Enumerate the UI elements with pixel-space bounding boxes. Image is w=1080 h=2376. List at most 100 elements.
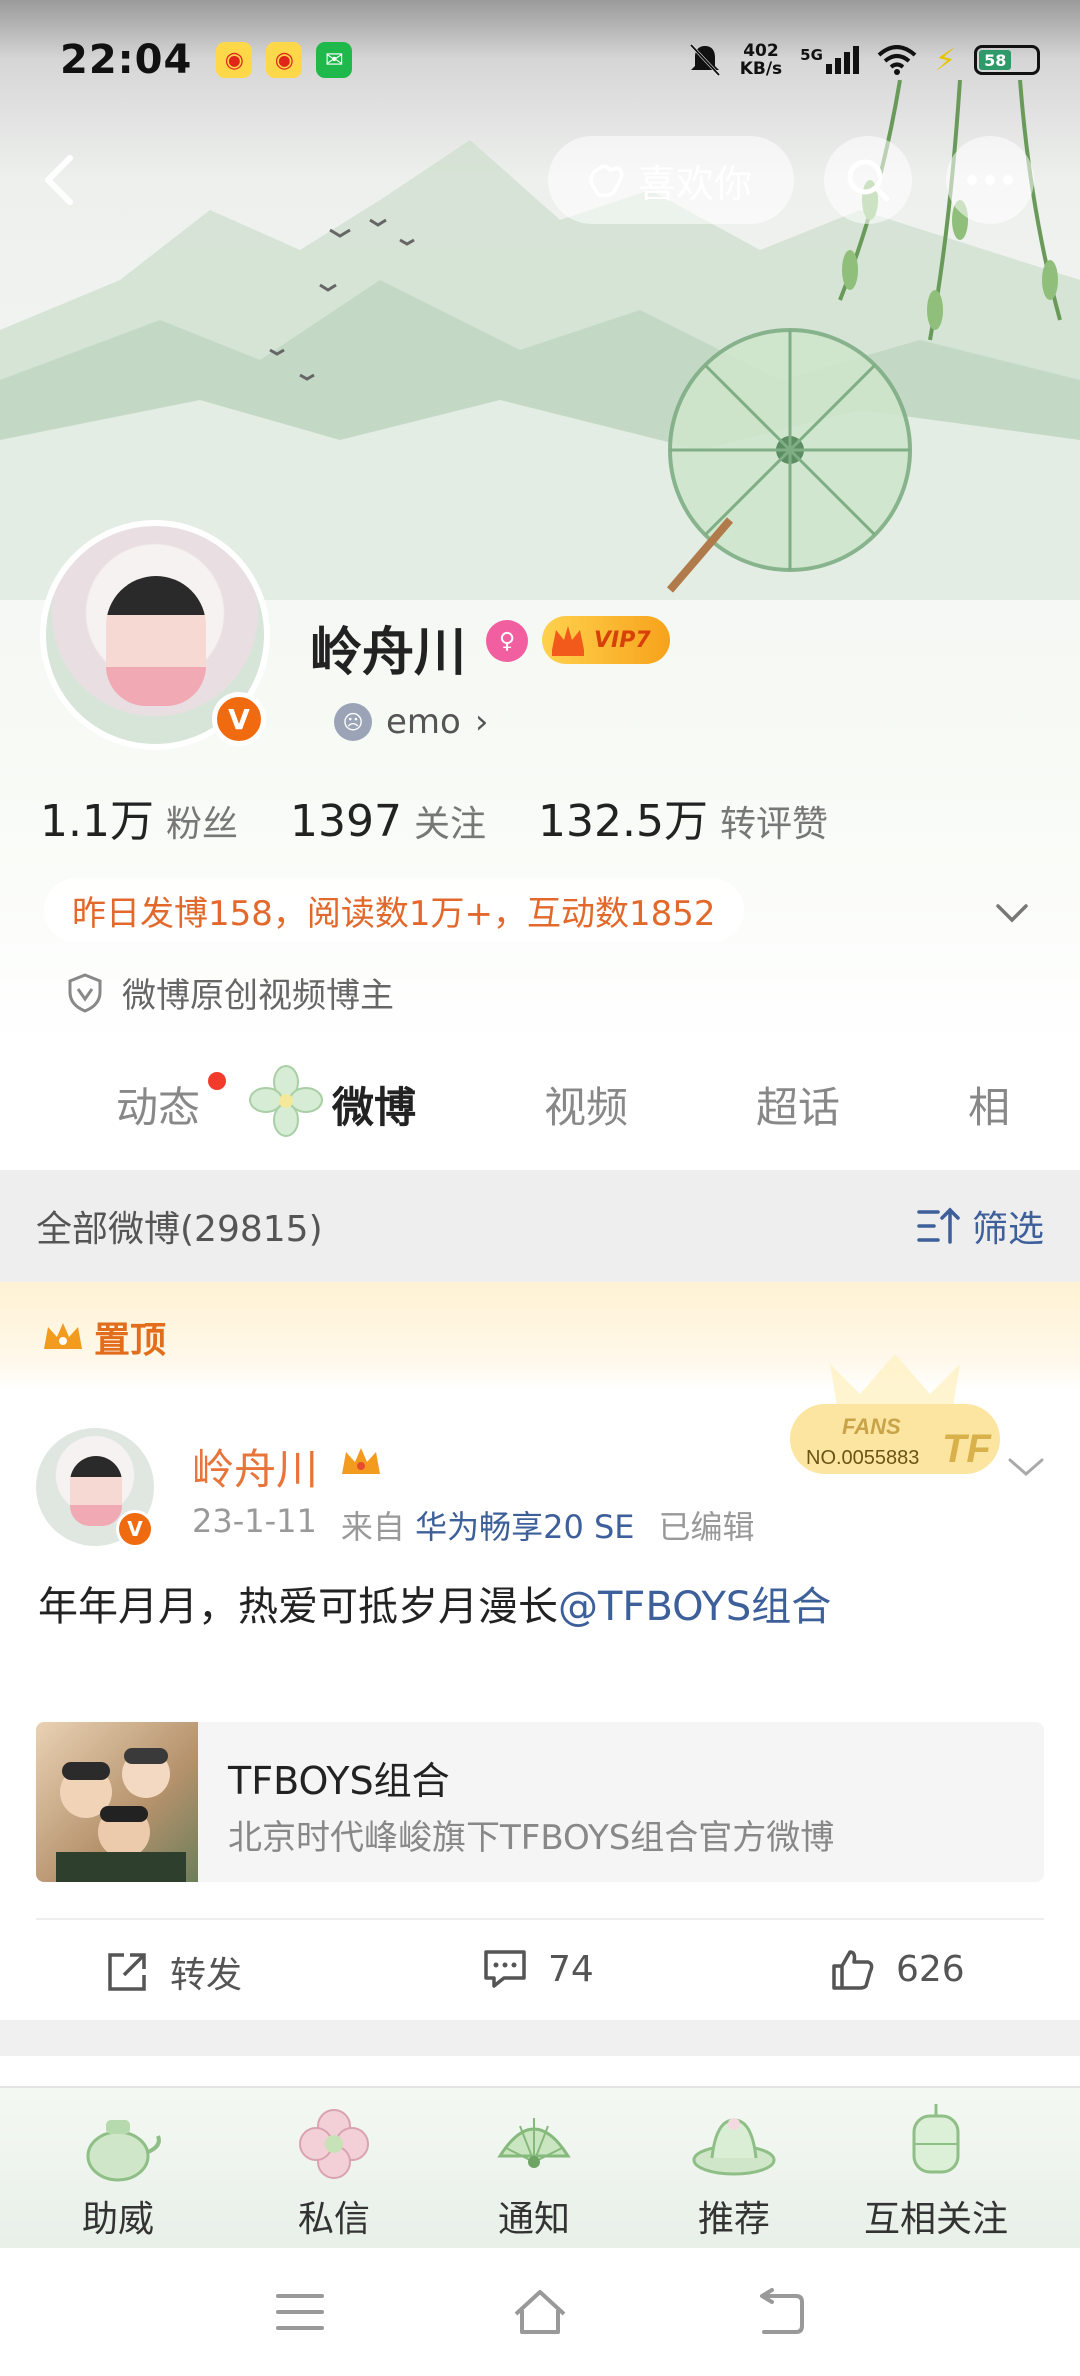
link-description: 北京时代峰峻旗下TFBOYS组合官方微博	[228, 1818, 835, 1858]
tab-video[interactable]: 视频	[544, 1074, 628, 1135]
crown-icon	[44, 1323, 82, 1349]
post-card[interactable]: FANS NO.0055883 TF V 岭舟川 23-1-11 来自 华为畅享…	[0, 1354, 1080, 2020]
profile-name: 岭舟川	[310, 623, 467, 683]
tab-weibo[interactable]: 微博	[332, 1074, 416, 1135]
home-icon[interactable]	[512, 2286, 568, 2338]
post-source[interactable]: 华为畅享20 SE	[415, 1508, 634, 1546]
network-speed-value: 402	[743, 41, 779, 61]
cheer-button[interactable]: 助威	[28, 2088, 208, 2250]
tab-album[interactable]: 相	[968, 1074, 1012, 1135]
more-button[interactable]	[946, 136, 1034, 224]
message-label: 私信	[297, 2199, 370, 2240]
fan-club-icon[interactable]: ♀	[486, 620, 528, 662]
chevron-down-icon[interactable]	[992, 892, 1032, 932]
cheer-label: 助威	[81, 2199, 154, 2240]
system-navigation-bar	[0, 2248, 1080, 2376]
vip-label: VIP7	[594, 627, 651, 653]
post-body: 年年月月，热爱可抵岁月漫长	[38, 1584, 558, 1630]
fans-badge-number: NO.0055883	[806, 1447, 919, 1469]
more-dots-icon	[967, 175, 1013, 185]
repost-button[interactable]: 转发	[104, 1946, 242, 1998]
recommend-button[interactable]: 推荐	[644, 2088, 824, 2250]
stat-label: 粉丝	[165, 804, 238, 845]
stat-label: 关注	[413, 804, 486, 845]
feed-separator	[0, 2020, 1080, 2056]
notification-label: 通知	[497, 2199, 570, 2240]
chevron-right-icon: ›	[474, 702, 489, 742]
back-button[interactable]	[30, 152, 86, 208]
bell-muted-icon	[689, 43, 720, 77]
crown-icon	[342, 1448, 380, 1474]
thumbs-up-icon	[832, 1950, 874, 1990]
back-arrow-icon	[45, 155, 73, 205]
tab-feed[interactable]: 动态	[116, 1074, 200, 1135]
stat-value: 1.1万	[40, 796, 154, 847]
avatar-portrait	[70, 1456, 122, 1526]
search-button[interactable]	[824, 136, 912, 224]
avatar-portrait	[106, 576, 206, 706]
signal-icon: 5G	[800, 46, 859, 74]
post-meta: 23-1-11 来自 华为畅享20 SE 已编辑	[192, 1502, 755, 1548]
filter-label: 筛选	[971, 1209, 1044, 1250]
stat-fans[interactable]: 1.1万 粉丝	[40, 785, 238, 849]
lantern-icon	[912, 2104, 960, 2174]
profile-banner: 22:04 ◉ ◉ ✉ 402 KB/s 5G ⚡ 58 喜欢你 V 岭舟川 ♀…	[0, 0, 1080, 1050]
flower-icon	[299, 2109, 369, 2179]
mention-link[interactable]: @TFBOYS组合	[558, 1584, 831, 1630]
linked-account-card[interactable]: TFBOYS组合 北京时代峰峻旗下TFBOYS组合官方微博	[36, 1722, 1044, 1882]
bottom-tab-bar: 助威 私信 通知 推荐 互相关注	[0, 2086, 1080, 2248]
back-icon[interactable]	[752, 2286, 808, 2338]
profile-stats: 1.1万 粉丝 1397 关注 132.5万 转评赞	[40, 785, 880, 849]
comment-button[interactable]: 74	[482, 1946, 594, 1992]
mutual-follow-label: 互相关注	[863, 2199, 1008, 2240]
stat-value: 1397	[290, 796, 402, 847]
wechat-app-icon: ✉	[316, 42, 353, 78]
certification[interactable]: 微博原创视频博主	[66, 968, 394, 1017]
like-you-button[interactable]: 喜欢你	[548, 136, 794, 224]
post-text: 年年月月，热爱可抵岁月漫长@TFBOYS组合	[38, 1574, 831, 1632]
mood-label: emo	[386, 702, 461, 742]
mutual-follow-button[interactable]: 互相关注	[846, 2088, 1026, 2250]
menu-icon[interactable]	[272, 2286, 328, 2338]
weibo-app-icon: ◉	[266, 42, 303, 78]
vip-badge[interactable]: VIP7	[542, 616, 670, 664]
post-author-name[interactable]: 岭舟川	[192, 1436, 318, 1497]
verified-badge: V	[212, 692, 266, 746]
shield-icon	[68, 972, 102, 1013]
tab-label: 动态	[116, 1083, 201, 1132]
like-count: 626	[896, 1948, 965, 1990]
repost-label: 转发	[170, 1955, 243, 1996]
notification-dot	[208, 1072, 226, 1090]
comment-count: 74	[548, 1948, 594, 1990]
message-button[interactable]: 私信	[244, 2088, 424, 2250]
network-speed-unit: KB/s	[739, 59, 783, 79]
hand-heart-icon	[589, 164, 624, 198]
tab-label: 视频	[544, 1083, 629, 1132]
share-icon	[108, 1953, 146, 1991]
stat-interactions[interactable]: 132.5万 转评赞	[538, 785, 828, 849]
search-icon	[847, 159, 890, 202]
status-time: 22:04	[60, 37, 193, 83]
like-you-label: 喜欢你	[638, 161, 753, 206]
comment-icon	[484, 1950, 526, 1988]
teapot-icon	[86, 2120, 161, 2182]
stat-value: 132.5万	[538, 796, 708, 847]
link-thumbnail	[36, 1722, 198, 1882]
top-nav: 喜欢你	[0, 130, 1080, 230]
filter-button[interactable]: 筛选	[916, 1200, 1044, 1252]
crown-icon	[552, 626, 584, 656]
like-button[interactable]: 626	[830, 1946, 965, 1992]
link-title: TFBOYS组合	[228, 1759, 450, 1803]
post-source-prefix: 来自	[340, 1508, 405, 1546]
status-bar: 22:04 ◉ ◉ ✉ 402 KB/s 5G ⚡ 58	[0, 0, 1080, 120]
chevron-down-icon[interactable]	[1004, 1444, 1048, 1488]
daily-summary[interactable]: 昨日发博158，阅读数1万+，互动数1852	[44, 878, 744, 942]
hat-icon	[692, 2118, 776, 2176]
tab-super-topic[interactable]: 超话	[756, 1074, 840, 1135]
mood-status[interactable]: ☹ emo ›	[334, 694, 504, 750]
filter-bar: 全部微博(29815) 筛选	[0, 1170, 1080, 1282]
svg-text:TF: TF	[942, 1427, 992, 1471]
notification-button[interactable]: 通知	[444, 2088, 624, 2250]
fan-icon	[497, 2118, 571, 2168]
stat-following[interactable]: 1397 关注	[290, 795, 486, 847]
